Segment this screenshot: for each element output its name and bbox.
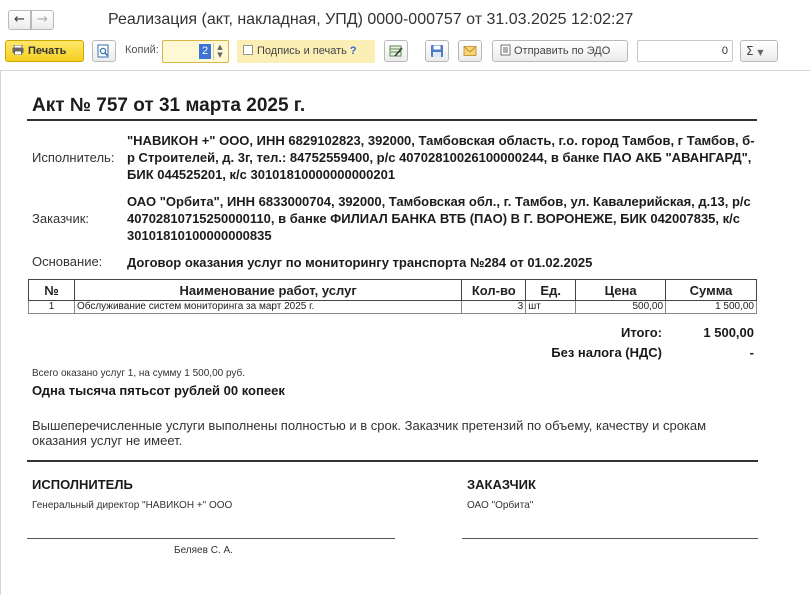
- document-heading: Акт № 757 от 31 марта 2025 г.: [32, 95, 306, 116]
- column-header: Ед.: [525, 279, 577, 301]
- back-button[interactable]: ←: [8, 10, 31, 30]
- printer-icon: [12, 45, 24, 55]
- executor-position: Генеральный директор "НАВИКОН +" ООО: [32, 500, 233, 511]
- amount: 1 500,00: [665, 300, 757, 314]
- arrow-left-icon: ←: [14, 12, 25, 27]
- amount-in-words: Одна тысяча пятьсот рублей 00 копеек: [32, 383, 285, 398]
- table-header-row: № Наименование работ, услуг Кол-во Ед. Ц…: [28, 279, 757, 301]
- sum-dropdown-button[interactable]: Σ ▼: [740, 40, 778, 62]
- save-button[interactable]: [425, 40, 449, 62]
- sign-checkbox[interactable]: [243, 45, 253, 55]
- customer-details: ОАО "Орбита", ИНН 6833000704, 392000, Та…: [127, 194, 751, 243]
- customer-organization: ОАО "Орбита": [467, 500, 534, 511]
- column-header: Сумма: [665, 279, 757, 301]
- signature-separator: [27, 460, 758, 462]
- send-edo-label: Отправить по ЭДО: [514, 45, 611, 57]
- table-row: 1 Обслуживание систем мониторинга за мар…: [28, 300, 757, 314]
- preview-button[interactable]: [92, 40, 116, 62]
- sigma-icon: Σ: [746, 44, 754, 58]
- window-title: Реализация (акт, накладная, УПД) 0000-00…: [108, 11, 634, 28]
- edit-document-button[interactable]: [384, 40, 408, 62]
- services-table: № Наименование работ, услуг Кол-во Ед. Ц…: [28, 279, 757, 314]
- print-button[interactable]: Печать: [5, 40, 84, 62]
- basis-text: Договор оказания услуг по мониторингу тр…: [127, 255, 593, 270]
- column-header: Цена: [575, 279, 667, 301]
- heading-underline: [27, 119, 757, 121]
- forward-button[interactable]: →: [31, 10, 54, 30]
- send-email-button[interactable]: [458, 40, 482, 62]
- column-header: №: [28, 279, 75, 301]
- magnifier-icon: [97, 44, 109, 58]
- basis-label: Основание:: [32, 254, 103, 269]
- executor-signature-line: [27, 538, 395, 539]
- edo-document-icon: [500, 44, 511, 56]
- executor-signature-title: ИСПОЛНИТЕЛЬ: [32, 477, 133, 492]
- chevron-down-icon: ▼: [757, 48, 764, 57]
- number-field[interactable]: 0: [637, 40, 733, 62]
- sign-and-stamp-toggle[interactable]: Подпись и печать?: [237, 40, 375, 63]
- vat-label: Без налога (НДС): [551, 345, 662, 360]
- executor-details: "НАВИКОН +" ООО, ИНН 6829102823, 392000,…: [127, 133, 755, 182]
- edit-table-icon: [389, 45, 403, 57]
- copies-label: Копий:: [125, 44, 159, 56]
- print-toolbar: Печать Копий: 2 ▲ ▼ Подпись и печать? От…: [0, 40, 810, 64]
- customer-signature-line: [462, 538, 758, 539]
- unit: шт: [525, 300, 577, 314]
- print-button-label: Печать: [28, 45, 67, 57]
- column-header: Наименование работ, услуг: [73, 279, 463, 301]
- customer-signature-title: ЗАКАЗЧИК: [467, 477, 536, 492]
- completion-note: Вышеперечисленные услуги выполнены полно…: [32, 418, 707, 448]
- floppy-disk-icon: [431, 45, 443, 57]
- row-number: 1: [28, 300, 75, 314]
- copies-stepper[interactable]: 2 ▲ ▼: [162, 40, 229, 63]
- arrow-right-icon: →: [37, 12, 48, 27]
- price: 500,00: [575, 300, 667, 314]
- total-label: Итого:: [621, 325, 662, 340]
- service-name: Обслуживание систем мониторинга за март …: [73, 300, 463, 314]
- customer-label: Заказчик:: [32, 211, 90, 226]
- window-titlebar: ← → Реализация (акт, накладная, УПД) 000…: [0, 0, 810, 40]
- column-header: Кол-во: [461, 279, 527, 301]
- executor-signer-name: Беляев С. А.: [174, 545, 233, 556]
- sign-print-label: Подпись и печать: [257, 45, 347, 57]
- quantity: 3: [461, 300, 527, 314]
- summary-line: Всего оказано услуг 1, на сумму 1 500,00…: [32, 368, 246, 379]
- spin-arrows-icon[interactable]: ▲ ▼: [213, 43, 226, 60]
- envelope-icon: [463, 46, 477, 56]
- executor-label: Исполнитель:: [32, 150, 115, 165]
- copies-value[interactable]: 2: [199, 44, 211, 59]
- total-value: 1 500,00: [703, 325, 754, 340]
- send-edo-button[interactable]: Отправить по ЭДО: [492, 40, 628, 62]
- help-icon[interactable]: ?: [350, 45, 357, 57]
- vat-value: -: [749, 345, 754, 360]
